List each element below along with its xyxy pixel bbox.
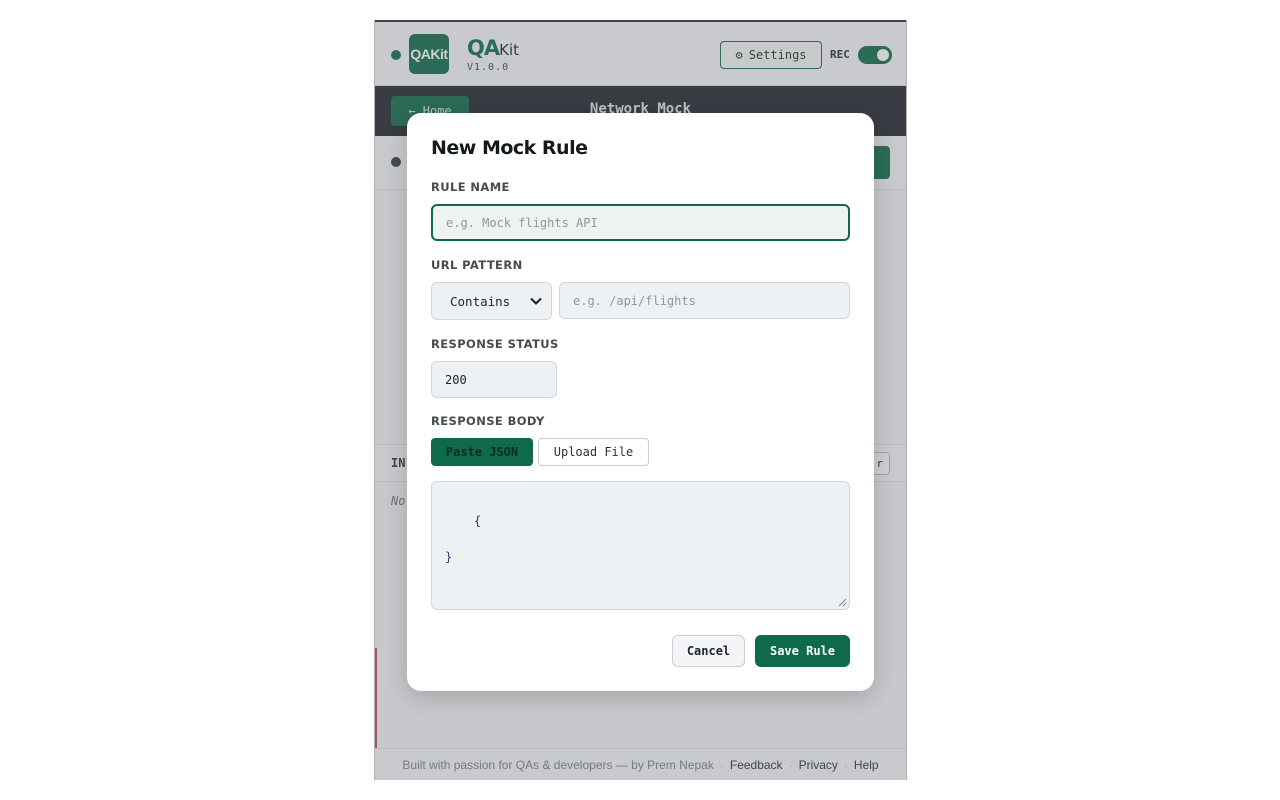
match-type-select[interactable]: Contains — [431, 282, 552, 320]
rule-name-input[interactable] — [431, 204, 850, 241]
response-body-textarea[interactable]: { } — [431, 481, 850, 610]
url-pattern-input[interactable] — [559, 282, 850, 319]
chevron-down-icon — [530, 297, 542, 305]
new-mock-rule-dialog: New Mock Rule RULE NAME URL PATTERN Cont… — [407, 113, 874, 691]
save-rule-button[interactable]: Save Rule — [755, 635, 850, 667]
url-pattern-label: URL PATTERN — [431, 258, 523, 272]
response-body-label: RESPONSE BODY — [431, 414, 545, 428]
rule-name-label: RULE NAME — [431, 180, 510, 194]
match-type-value: Contains — [450, 293, 511, 309]
response-body-value: { } — [445, 514, 482, 564]
response-status-label: RESPONSE STATUS — [431, 337, 559, 351]
dialog-title: New Mock Rule — [431, 137, 588, 159]
resize-grip-icon[interactable] — [838, 598, 847, 607]
upload-file-tab[interactable]: Upload File — [538, 438, 649, 466]
paste-json-tab[interactable]: Paste JSON — [431, 438, 533, 466]
response-status-input[interactable] — [431, 361, 557, 398]
cancel-button[interactable]: Cancel — [672, 635, 745, 667]
